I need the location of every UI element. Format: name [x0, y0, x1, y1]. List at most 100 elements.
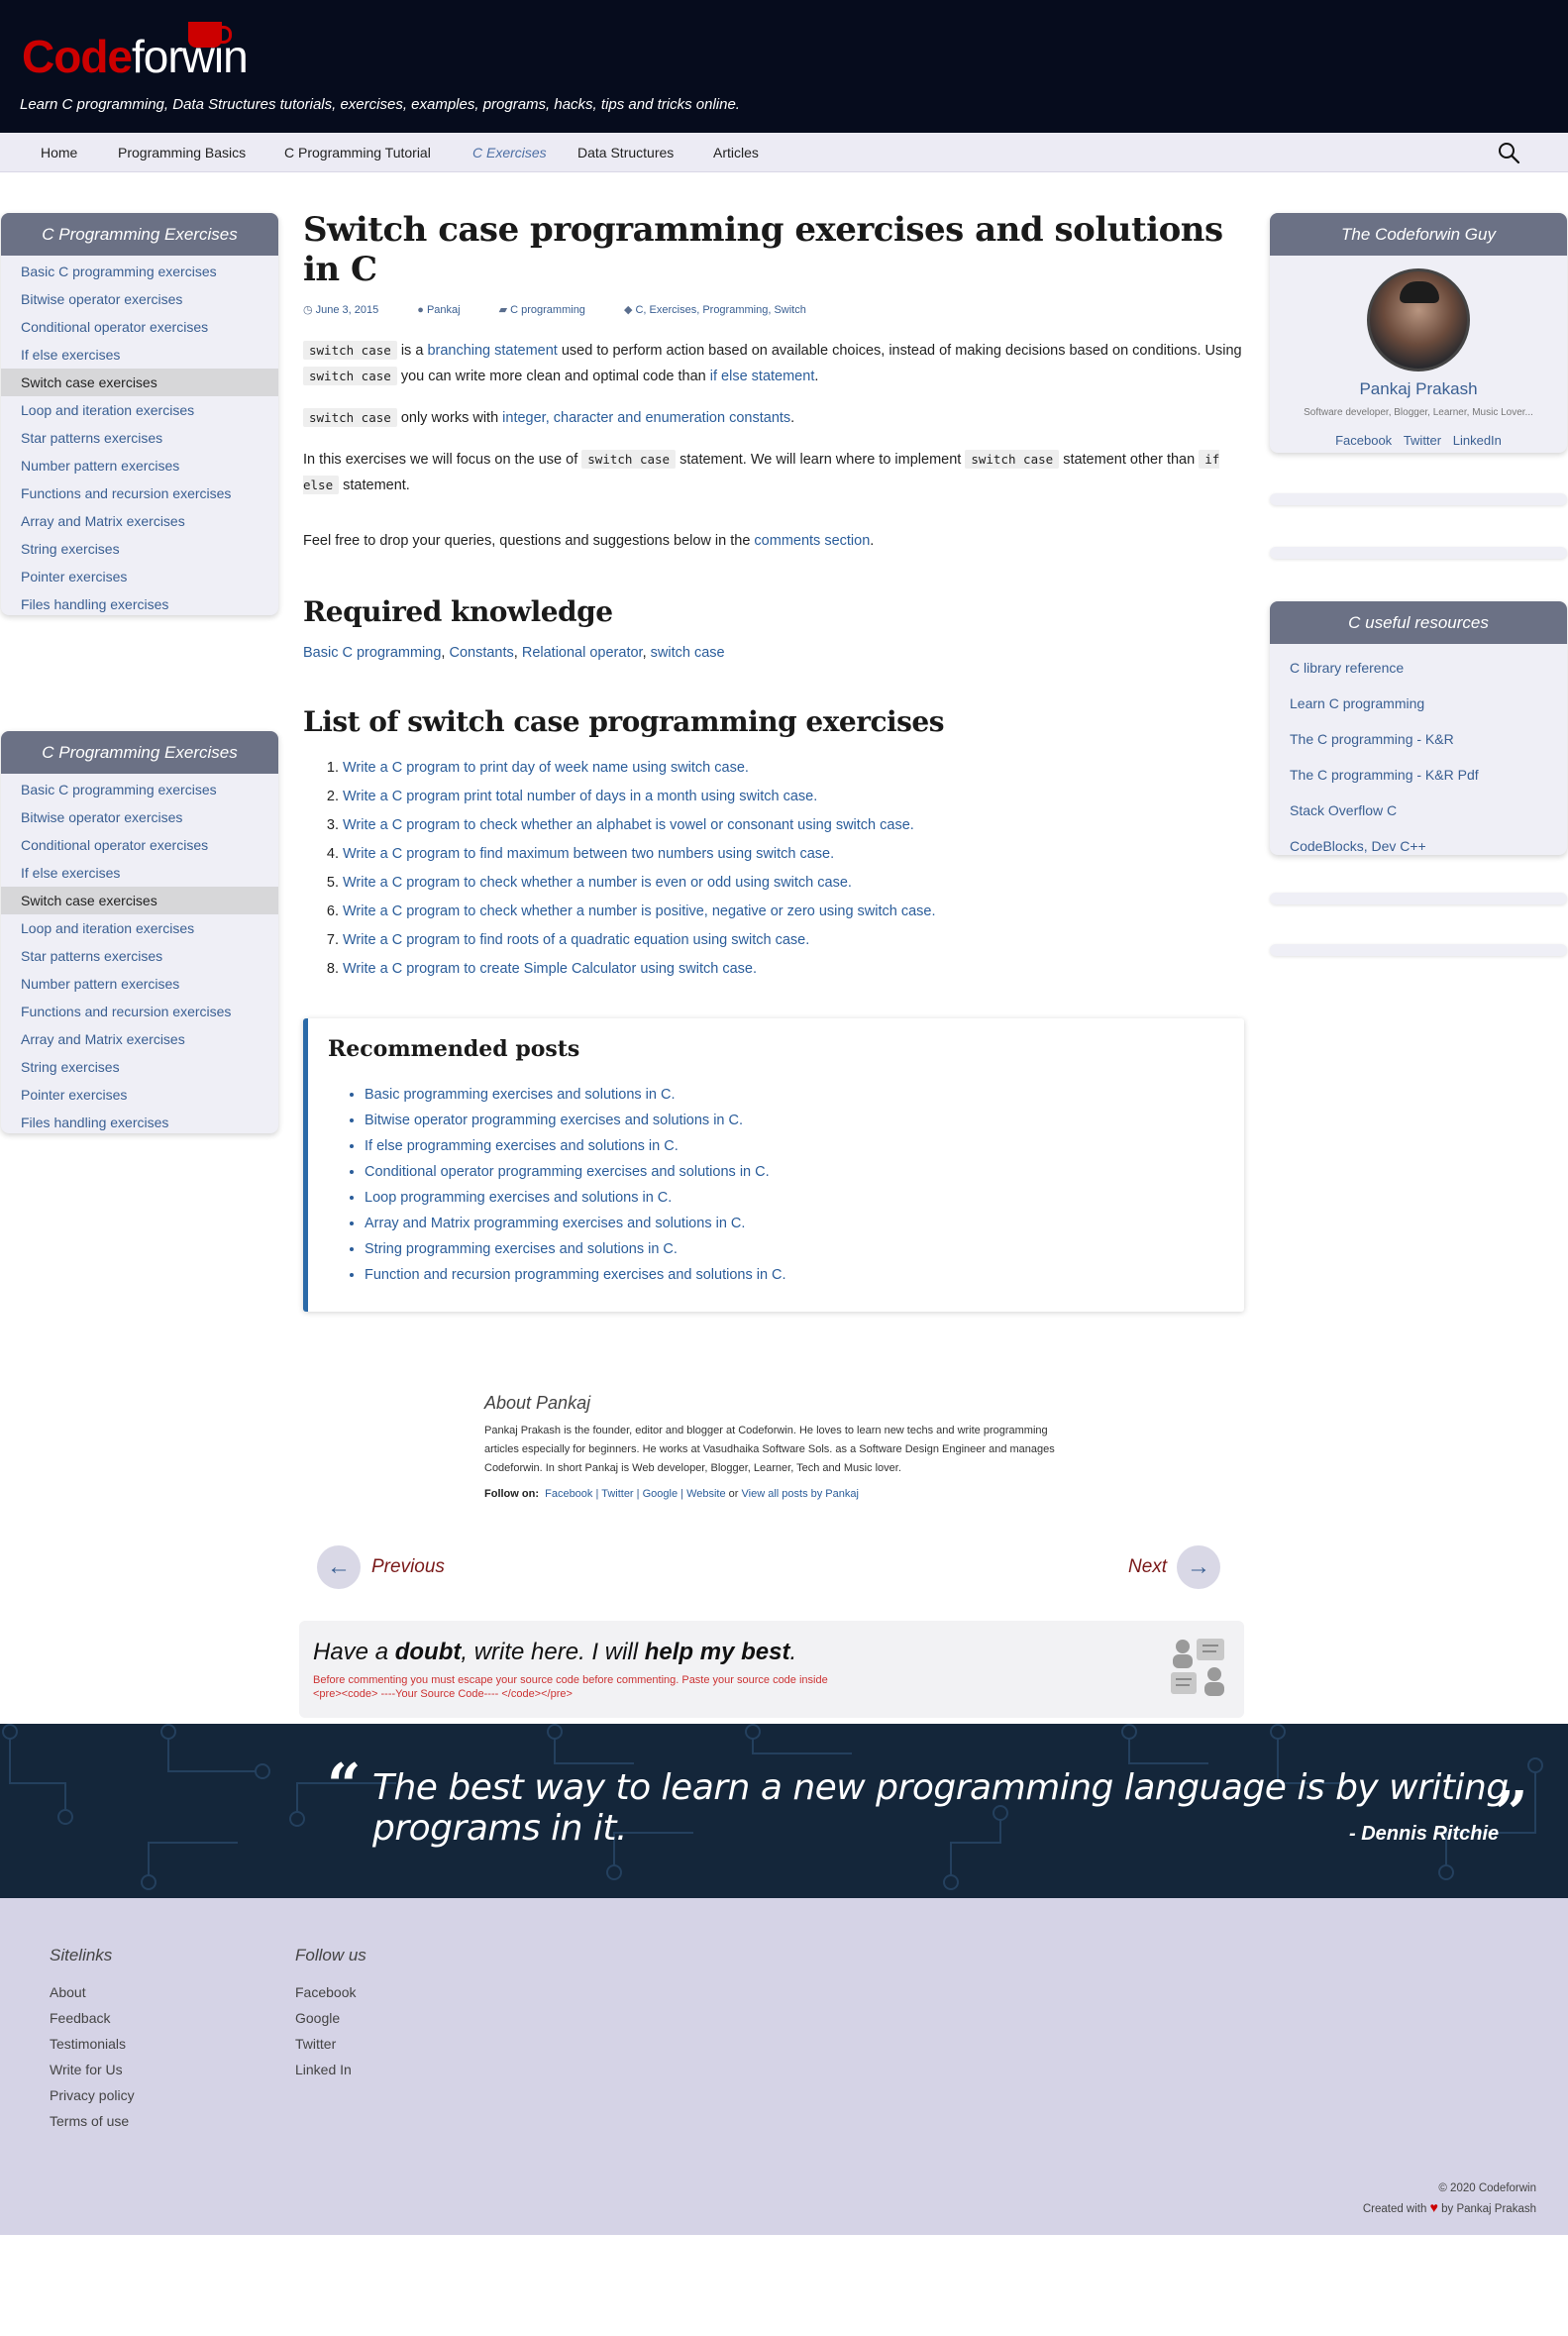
sidebar-item-array-matrix[interactable]: Array and Matrix exercises — [1, 1025, 278, 1053]
view-all-posts-link[interactable]: View all posts by Pankaj — [742, 1488, 859, 1500]
recommended-link[interactable]: Array and Matrix programming exercises a… — [365, 1211, 786, 1236]
footer-link-write-for-us[interactable]: Write for Us — [50, 2057, 135, 2082]
branching-statement-link[interactable]: branching statement — [427, 343, 557, 359]
sidebar-item-files[interactable]: Files handling exercises — [1, 1109, 278, 1133]
about-twitter-link[interactable]: Twitter — [601, 1488, 633, 1500]
recommended-link[interactable]: Conditional operator programming exercis… — [365, 1159, 786, 1185]
footer-link-feedback[interactable]: Feedback — [50, 2005, 135, 2031]
footer-twitter-link[interactable]: Twitter — [295, 2031, 366, 2057]
resource-learn-c[interactable]: Learn C programming — [1270, 686, 1567, 721]
if-else-statement-link[interactable]: if else statement — [710, 369, 815, 384]
recommended-link[interactable]: Function and recursion programming exerc… — [365, 1262, 786, 1288]
sidebar-item-if-else[interactable]: If else exercises — [1, 341, 278, 369]
sidebar-exercises-menu-sticky: C Programming Exercises Basic C programm… — [1, 731, 278, 1133]
about-google-link[interactable]: Google — [643, 1488, 678, 1500]
exercise-link[interactable]: Write a C program to find roots of a qua… — [343, 932, 809, 948]
sidebar-item-pointer[interactable]: Pointer exercises — [1, 563, 278, 590]
empty-widget-strip — [1270, 893, 1567, 904]
resource-kr[interactable]: The C programming - K&R — [1270, 721, 1567, 757]
nav-c-exercises[interactable]: C Exercises — [472, 145, 547, 160]
exercise-link[interactable]: Write a C program to check whether a num… — [343, 903, 936, 919]
constants-link[interactable]: integer, character and enumeration const… — [502, 410, 790, 426]
footer-link-privacy[interactable]: Privacy policy — [50, 2082, 135, 2108]
previous-arrow-icon[interactable]: ← — [317, 1545, 361, 1589]
search-icon[interactable] — [1497, 141, 1520, 164]
sidebar-item-switch-case[interactable]: Switch case exercises — [1, 369, 278, 396]
clock-icon: ◷ — [303, 304, 313, 316]
footer-link-about[interactable]: About — [50, 1979, 135, 2005]
footer-link-testimonials[interactable]: Testimonials — [50, 2031, 135, 2057]
resource-kr-pdf[interactable]: The C programming - K&R Pdf — [1270, 757, 1567, 793]
comments-section-link[interactable]: comments section — [754, 533, 870, 549]
recommended-link[interactable]: Basic programming exercises and solution… — [365, 1082, 786, 1108]
resource-codeblocks[interactable]: CodeBlocks, Dev C++ — [1270, 828, 1567, 855]
sidebar-item-if-else[interactable]: If else exercises — [1, 859, 278, 887]
exercise-link[interactable]: Write a C program to find maximum betwee… — [343, 846, 834, 862]
sidebar-item-switch-case[interactable]: Switch case exercises — [1, 887, 278, 914]
author-name[interactable]: Pankaj Prakash — [1270, 379, 1567, 399]
sidebar-item-basic[interactable]: Basic C programming exercises — [1, 776, 278, 803]
sidebar-item-string[interactable]: String exercises — [1, 535, 278, 563]
comment-prompt[interactable]: Have a doubt, write here. I will help my… — [299, 1621, 1244, 1718]
sidebar-item-pointer[interactable]: Pointer exercises — [1, 1081, 278, 1109]
previous-post-link[interactable]: Previous — [371, 1556, 445, 1578]
sidebar-item-basic[interactable]: Basic C programming exercises — [1, 258, 278, 285]
req-switch-case-link[interactable]: switch case — [651, 645, 725, 661]
sidebar-item-number-pattern[interactable]: Number pattern exercises — [1, 970, 278, 998]
exercise-link[interactable]: Write a C program to print day of week n… — [343, 760, 749, 776]
sidebar-item-number-pattern[interactable]: Number pattern exercises — [1, 452, 278, 479]
sidebar-item-functions[interactable]: Functions and recursion exercises — [1, 479, 278, 507]
recommended-link[interactable]: String programming exercises and solutio… — [365, 1236, 786, 1262]
footer-google-link[interactable]: Google — [295, 2005, 366, 2031]
recommended-posts: Recommended posts Basic programming exer… — [303, 1018, 1244, 1312]
exercise-link[interactable]: Write a C program to create Simple Calcu… — [343, 961, 757, 977]
list-item: Write a C program to check whether a num… — [343, 898, 1244, 926]
required-knowledge-links: Basic C programming, Constants, Relation… — [303, 645, 725, 661]
sidebar-item-bitwise[interactable]: Bitwise operator exercises — [1, 803, 278, 831]
sidebar-item-loop[interactable]: Loop and iteration exercises — [1, 396, 278, 424]
req-basic-c-link[interactable]: Basic C programming — [303, 645, 441, 661]
sidebar-item-string[interactable]: String exercises — [1, 1053, 278, 1081]
sidebar-item-conditional[interactable]: Conditional operator exercises — [1, 831, 278, 859]
user-icon: ● — [417, 304, 424, 316]
sidebar-item-conditional[interactable]: Conditional operator exercises — [1, 313, 278, 341]
sidebar-item-star-patterns[interactable]: Star patterns exercises — [1, 424, 278, 452]
sidebar-item-bitwise[interactable]: Bitwise operator exercises — [1, 285, 278, 313]
post-tags[interactable]: ◆ C, Exercises, Programming, Switch — [624, 304, 824, 316]
nav-home[interactable]: Home — [41, 145, 77, 160]
nav-programming-basics[interactable]: Programming Basics — [118, 145, 246, 160]
recommended-link[interactable]: If else programming exercises and soluti… — [365, 1133, 786, 1159]
footer-link-terms[interactable]: Terms of use — [50, 2108, 135, 2134]
exercise-link[interactable]: Write a C program to check whether an al… — [343, 817, 914, 833]
exercise-link[interactable]: Write a C program print total number of … — [343, 789, 817, 804]
footer-linkedin-link[interactable]: Linked In — [295, 2057, 366, 2082]
resource-stackoverflow[interactable]: Stack Overflow C — [1270, 793, 1567, 828]
req-constants-link[interactable]: Constants — [449, 645, 513, 661]
recommended-link[interactable]: Bitwise operator programming exercises a… — [365, 1108, 786, 1133]
next-arrow-icon[interactable]: → — [1177, 1545, 1220, 1589]
author-twitter-link[interactable]: Twitter — [1404, 433, 1441, 448]
post-category[interactable]: ▰ C programming — [499, 304, 603, 316]
list-item: Write a C program to create Simple Calcu… — [343, 955, 1244, 984]
post-author[interactable]: ● Pankaj — [417, 304, 477, 316]
sidebar-item-array-matrix[interactable]: Array and Matrix exercises — [1, 507, 278, 535]
sidebar-item-star-patterns[interactable]: Star patterns exercises — [1, 942, 278, 970]
resource-c-library-reference[interactable]: C library reference — [1270, 650, 1567, 686]
quote-author: - Dennis Ritchie — [1349, 1823, 1500, 1845]
nav-c-programming-tutorial[interactable]: C Programming Tutorial — [284, 145, 431, 160]
recommended-link[interactable]: Loop programming exercises and solutions… — [365, 1185, 786, 1211]
about-website-link[interactable]: Website — [686, 1488, 726, 1500]
exercise-link[interactable]: Write a C program to check whether a num… — [343, 875, 852, 891]
post-date[interactable]: ◷ June 3, 2015 — [303, 304, 396, 316]
next-post-link[interactable]: Next — [1128, 1556, 1167, 1578]
req-relational-operator-link[interactable]: Relational operator — [522, 645, 643, 661]
sidebar-item-files[interactable]: Files handling exercises — [1, 590, 278, 615]
sidebar-item-functions[interactable]: Functions and recursion exercises — [1, 998, 278, 1025]
author-facebook-link[interactable]: Facebook — [1335, 433, 1392, 448]
nav-articles[interactable]: Articles — [713, 145, 759, 160]
nav-data-structures[interactable]: Data Structures — [577, 145, 674, 160]
sidebar-item-loop[interactable]: Loop and iteration exercises — [1, 914, 278, 942]
footer-facebook-link[interactable]: Facebook — [295, 1979, 366, 2005]
author-linkedin-link[interactable]: LinkedIn — [1453, 433, 1502, 448]
about-facebook-link[interactable]: Facebook — [545, 1488, 592, 1500]
